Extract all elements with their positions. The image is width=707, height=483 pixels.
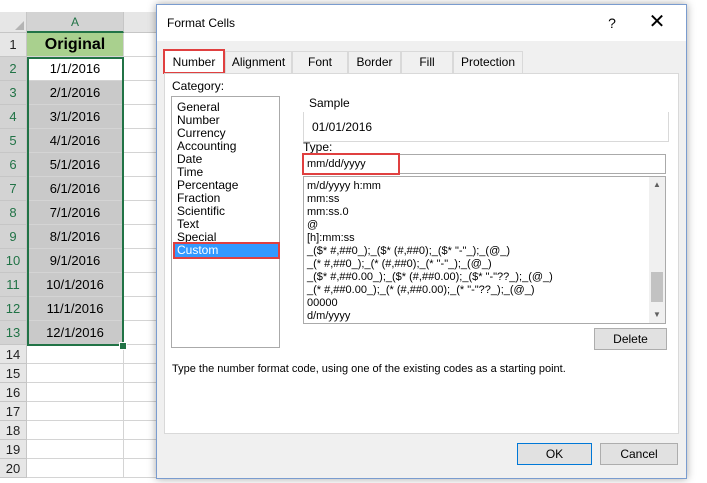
row-header[interactable]: 2 bbox=[0, 57, 27, 81]
date-cell[interactable]: 8/1/2016 bbox=[27, 225, 124, 249]
row-header[interactable]: 18 bbox=[0, 421, 27, 440]
ok-button[interactable]: OK bbox=[517, 443, 592, 465]
row-header[interactable]: 10 bbox=[0, 249, 27, 273]
row-header[interactable]: 20 bbox=[0, 459, 27, 478]
date-cell[interactable]: 12/1/2016 bbox=[27, 321, 124, 345]
help-button[interactable]: ? bbox=[597, 13, 627, 33]
date-cell[interactable]: 5/1/2016 bbox=[27, 153, 124, 177]
row-header[interactable]: 11 bbox=[0, 273, 27, 297]
scroll-up-icon[interactable]: ▲ bbox=[649, 177, 665, 193]
dialog-titlebar[interactable]: Format Cells ? ✕ bbox=[157, 5, 686, 41]
row-header[interactable]: 3 bbox=[0, 81, 27, 105]
tab-number[interactable]: Number bbox=[163, 49, 225, 74]
date-cell[interactable]: 10/1/2016 bbox=[27, 273, 124, 297]
row-header[interactable]: 19 bbox=[0, 440, 27, 459]
category-list[interactable]: General Number Currency Accounting Date Time P… bbox=[171, 96, 280, 348]
date-cell[interactable]: 2/1/2016 bbox=[27, 81, 124, 105]
row-header[interactable]: 14 bbox=[0, 345, 27, 364]
row-header[interactable]: 4 bbox=[0, 105, 27, 129]
format-code-item[interactable]: _($* #,##0.00_);_($* (#,##0.00);_($* "-"… bbox=[307, 271, 553, 284]
row-header[interactable]: 17 bbox=[0, 402, 27, 421]
empty-cell[interactable] bbox=[27, 402, 124, 421]
header-cell[interactable]: Original bbox=[27, 33, 124, 57]
scroll-thumb[interactable] bbox=[651, 272, 663, 302]
row-header[interactable]: 15 bbox=[0, 364, 27, 383]
dialog-title: Format Cells bbox=[167, 16, 236, 30]
row-header[interactable]: 5 bbox=[0, 129, 27, 153]
sample-group: 01/01/2016 Sample bbox=[303, 96, 671, 142]
format-code-item[interactable]: mm:ss bbox=[307, 193, 339, 206]
select-all-corner[interactable] bbox=[0, 12, 27, 33]
format-code-item[interactable]: @ bbox=[307, 219, 318, 232]
scroll-down-icon[interactable]: ▼ bbox=[649, 307, 665, 323]
format-cells-dialog: Format Cells ? ✕ Number Alignment Font B… bbox=[156, 4, 687, 479]
date-cell[interactable]: 9/1/2016 bbox=[27, 249, 124, 273]
format-code-item[interactable]: _($* #,##0_);_($* (#,##0);_($* "-"_);_(@… bbox=[307, 245, 510, 258]
type-input[interactable]: mm/dd/yyyy bbox=[303, 154, 666, 174]
empty-cell[interactable] bbox=[27, 440, 124, 459]
tab-alignment[interactable]: Alignment bbox=[225, 51, 292, 73]
sample-value: 01/01/2016 bbox=[312, 120, 373, 134]
date-cell[interactable]: 1/1/2016 bbox=[27, 57, 124, 81]
row-header[interactable]: 8 bbox=[0, 201, 27, 225]
format-description: Type the number format code, using one o… bbox=[172, 363, 566, 375]
format-code-item[interactable]: _(* #,##0_);_(* (#,##0);_(* "-"_);_(@_) bbox=[307, 258, 492, 271]
type-label: Type: bbox=[303, 140, 333, 154]
tab-protection[interactable]: Protection bbox=[453, 51, 523, 73]
format-code-item[interactable]: [h]:mm:ss bbox=[307, 232, 355, 245]
row-header[interactable]: 7 bbox=[0, 177, 27, 201]
date-cell[interactable]: 4/1/2016 bbox=[27, 129, 124, 153]
close-icon[interactable]: ✕ bbox=[637, 11, 677, 35]
format-code-item[interactable]: 00000 bbox=[307, 297, 338, 310]
date-cell[interactable]: 6/1/2016 bbox=[27, 177, 124, 201]
empty-cell[interactable] bbox=[27, 459, 124, 478]
empty-cell[interactable] bbox=[27, 345, 124, 364]
date-cell[interactable]: 7/1/2016 bbox=[27, 201, 124, 225]
delete-button[interactable]: Delete bbox=[594, 328, 667, 350]
empty-cell[interactable] bbox=[27, 364, 124, 383]
row-header[interactable]: 6 bbox=[0, 153, 27, 177]
fill-handle[interactable] bbox=[119, 342, 127, 350]
empty-cell[interactable] bbox=[27, 383, 124, 402]
category-item[interactable]: Custom bbox=[173, 242, 280, 259]
cancel-button[interactable]: Cancel bbox=[600, 443, 678, 465]
sample-label: Sample bbox=[309, 96, 350, 110]
date-cell[interactable]: 11/1/2016 bbox=[27, 297, 124, 321]
row-header[interactable]: 13 bbox=[0, 321, 27, 345]
format-code-item[interactable]: d/m/yyyy bbox=[307, 310, 350, 323]
row-header[interactable]: 1 bbox=[0, 33, 27, 57]
empty-cell[interactable] bbox=[27, 421, 124, 440]
tab-font[interactable]: Font bbox=[292, 51, 348, 73]
sample-box: 01/01/2016 bbox=[303, 112, 669, 142]
format-code-list[interactable]: m/d/yyyy h:mm mm:ss mm:ss.0 @ [h]:mm:ss _($* … bbox=[303, 176, 666, 324]
format-list-scrollbar[interactable]: ▲ ▼ bbox=[649, 177, 665, 323]
format-code-item[interactable]: m/d/yyyy h:mm bbox=[307, 180, 381, 193]
category-label: Category: bbox=[172, 79, 225, 93]
tab-border[interactable]: Border bbox=[348, 51, 401, 73]
row-header[interactable]: 9 bbox=[0, 225, 27, 249]
column-header-a[interactable]: A bbox=[27, 12, 124, 33]
format-code-item[interactable]: mm:ss.0 bbox=[307, 206, 349, 219]
row-header[interactable]: 16 bbox=[0, 383, 27, 402]
row-header[interactable]: 12 bbox=[0, 297, 27, 321]
format-code-item[interactable]: _(* #,##0.00_);_(* (#,##0.00);_(* "-"??_… bbox=[307, 284, 534, 297]
tab-fill[interactable]: Fill bbox=[401, 51, 453, 73]
date-cell[interactable]: 3/1/2016 bbox=[27, 105, 124, 129]
